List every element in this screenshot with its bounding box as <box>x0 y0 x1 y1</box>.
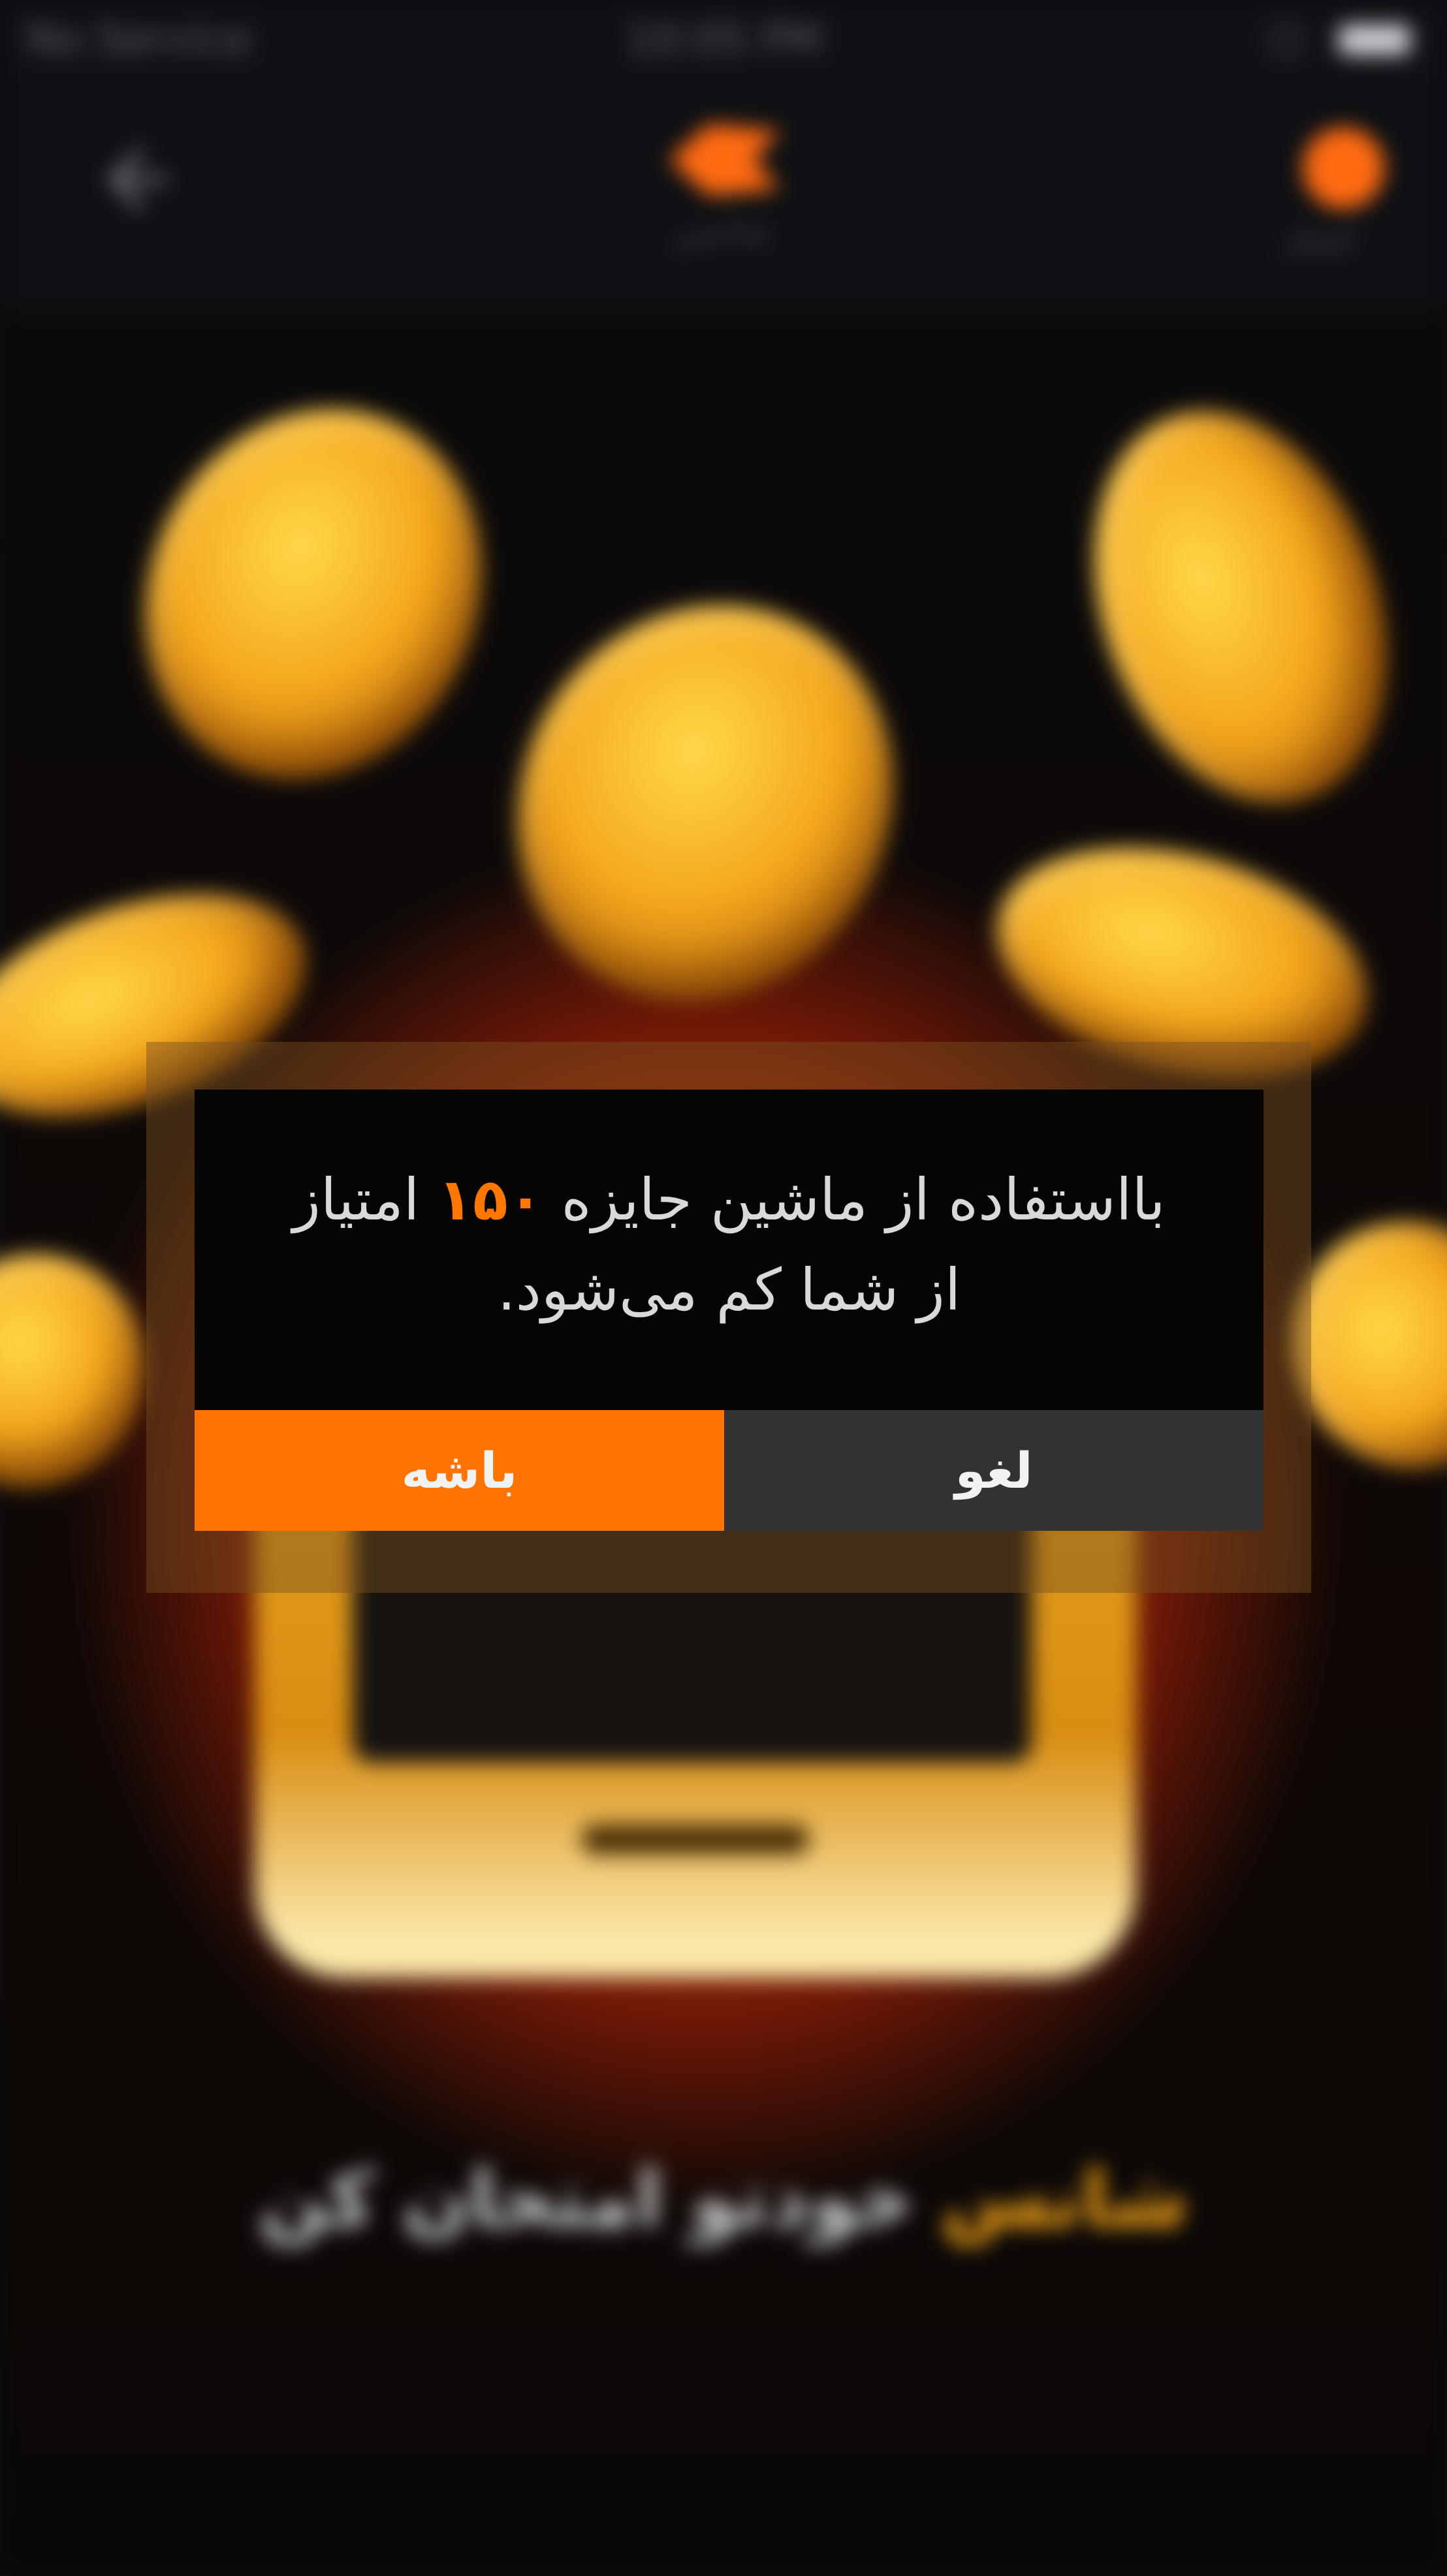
tagline-accent: شانس <box>941 2154 1188 2245</box>
phone-home-button-illustration <box>581 1825 810 1855</box>
cancel-button[interactable]: لغو <box>724 1410 1264 1531</box>
clock: 10:05 PM <box>627 16 822 64</box>
dialog-message: بااستفاده از ماشین جایزه ۱۵۰ امتیاز از ش… <box>195 1090 1264 1409</box>
dialog-message-line-1: بااستفاده از ماشین جایزه ۱۵۰ امتیاز <box>195 1155 1264 1245</box>
dialog-message-line-2: از شما کم می‌شود. <box>497 1256 961 1323</box>
carrier-label: No Service <box>26 16 251 64</box>
screen: No Service 10:05 PM شانس امتیاز شانس خود… <box>0 0 1447 2576</box>
logo-caption: شانس <box>673 209 771 251</box>
points-icon[interactable] <box>1303 127 1384 209</box>
dialog-message-part-1: بااستفاده از ماشین جایزه <box>561 1166 1166 1233</box>
ok-button[interactable]: باشه <box>195 1410 724 1531</box>
app-header <box>0 78 1447 313</box>
back-arrow-icon[interactable] <box>91 137 176 222</box>
tagline-rest: خودتو امتحان کن <box>259 2154 914 2245</box>
dialog-message-part-2: امتیاز <box>293 1166 420 1233</box>
points-cost: ۱۵۰ <box>437 1166 543 1233</box>
battery-icon <box>1339 25 1410 55</box>
app-logo-icon <box>669 124 780 196</box>
signal-icon <box>1270 24 1303 56</box>
status-bar: No Service 10:05 PM <box>0 0 1447 78</box>
tagline: شانس خودتو امتحان کن <box>0 2154 1447 2245</box>
confirm-dialog: بااستفاده از ماشین جایزه ۱۵۰ امتیاز از ش… <box>195 1090 1264 1531</box>
points-caption: امتیاز <box>1283 219 1356 257</box>
